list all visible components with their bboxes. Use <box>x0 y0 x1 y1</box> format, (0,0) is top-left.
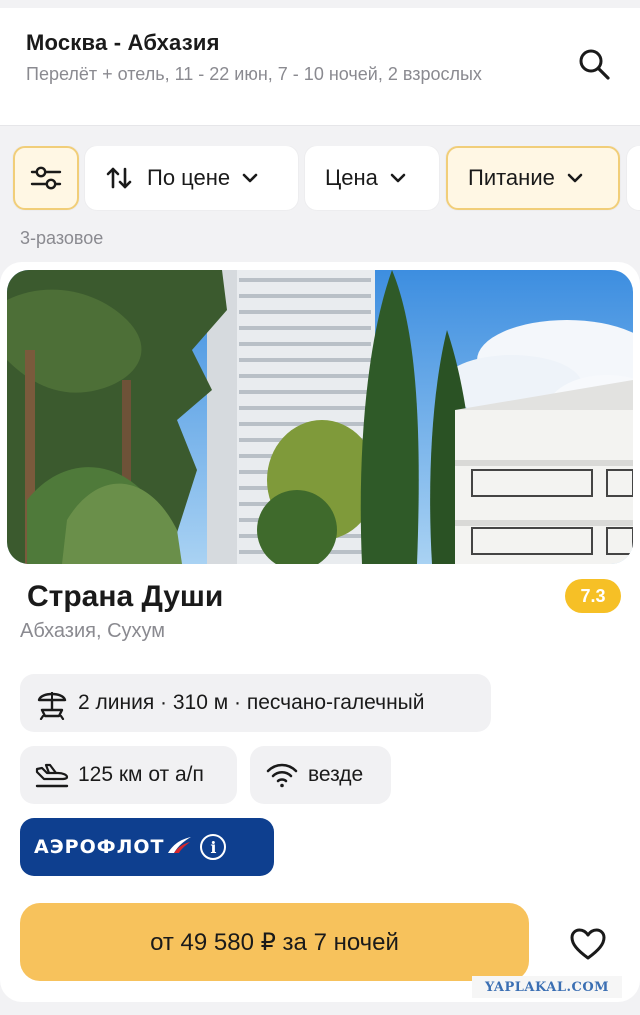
sort-label: По цене <box>147 165 231 190</box>
chevron-down-icon <box>567 173 583 183</box>
meal-filter-dropdown[interactable]: Питание <box>446 146 620 210</box>
wifi-icon <box>264 757 300 793</box>
chevron-down-icon <box>242 173 258 183</box>
info-icon[interactable]: i <box>200 834 227 860</box>
hotel-card[interactable]: Страна Души 7.3 Абхазия, Сухум 2 линия ·… <box>0 262 640 1002</box>
search-icon <box>579 49 610 80</box>
airport-distance-text: 125 км от а/п <box>78 763 204 786</box>
beach-info-text: 2 линия · 310 м · песчано-галечный <box>78 691 425 714</box>
meal-filter-label: Питание <box>468 165 555 190</box>
beach-umbrella-icon <box>34 685 70 721</box>
beach-info-pill: 2 линия · 310 м · песчано-галечный <box>20 674 491 732</box>
filter-settings-button[interactable] <box>13 146 79 210</box>
search-summary-header: Москва - Абхазия Перелёт + отель, 11 - 2… <box>0 8 640 126</box>
airport-distance-pill: 125 км от а/п <box>20 746 237 804</box>
wifi-pill: везде <box>250 746 391 804</box>
airline-badge[interactable]: АЭРОФЛОТ i <box>20 818 274 876</box>
sort-arrows-icon <box>106 167 132 189</box>
sliders-icon <box>30 166 62 190</box>
watermark: YAPLAKAL.COM <box>472 976 622 998</box>
price-button[interactable]: от 49 580 ₽ за 7 ночей <box>20 903 529 981</box>
price-filter-dropdown[interactable]: Цена <box>305 146 439 210</box>
aeroflot-wing-icon <box>166 835 192 860</box>
rating-badge: 7.3 <box>565 579 621 613</box>
price-filter-label: Цена <box>325 165 378 190</box>
selected-meal-caption: 3-разовое <box>20 228 104 248</box>
filter-bar: По цене Цена Питание <box>0 146 640 212</box>
route-title: Москва - Абхазия <box>26 30 220 55</box>
hotel-name[interactable]: Страна Души <box>27 580 223 614</box>
hotel-photo[interactable] <box>7 270 633 564</box>
heart-icon <box>570 928 606 960</box>
chevron-down-icon <box>390 173 406 183</box>
search-button[interactable] <box>570 40 618 88</box>
airline-name: АЭРОФЛОТ <box>34 836 165 858</box>
wifi-text: везде <box>308 763 364 786</box>
sort-dropdown[interactable]: По цене <box>85 146 298 210</box>
more-filters-chip[interactable] <box>627 146 640 210</box>
plane-landing-icon <box>34 757 70 793</box>
hotel-location: Абхазия, Сухум <box>20 620 166 642</box>
favorite-button[interactable] <box>562 922 614 966</box>
search-params: Перелёт + отель, 11 - 22 июн, 7 - 10 ноч… <box>26 64 482 84</box>
